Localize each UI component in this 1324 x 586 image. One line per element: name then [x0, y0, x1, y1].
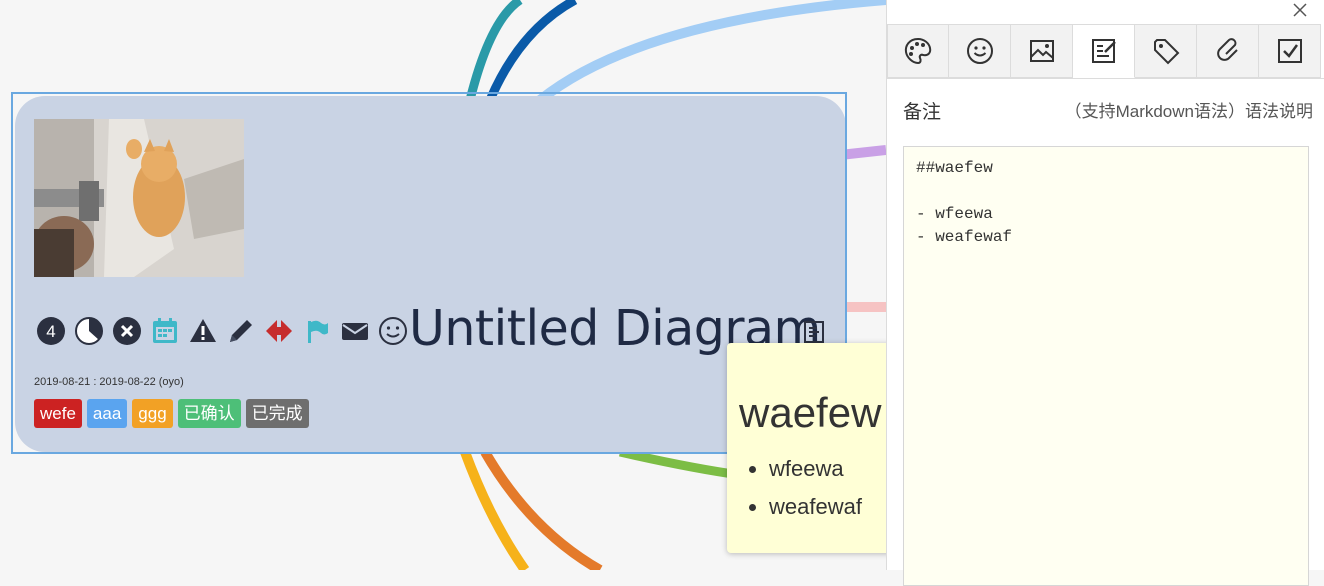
svg-text:4: 4: [46, 322, 55, 341]
editor-line: - wfeewa: [916, 205, 993, 223]
properties-panel: 备注 （支持Markdown语法）语法说明 ##waefew - wfeewa …: [886, 0, 1324, 586]
node-image[interactable]: [34, 119, 244, 277]
tab-image[interactable]: [1011, 24, 1073, 78]
note-preview-tooltip: waefew wfeewa weafewaf: [727, 343, 886, 553]
arrows-icon[interactable]: [262, 314, 296, 348]
branch-line-lightblue: [536, 0, 886, 104]
tag-icon: [1153, 39, 1179, 65]
node-tags: wefe aaa ggg 已确认 已完成: [34, 399, 314, 428]
tag-badge[interactable]: wefe: [34, 399, 82, 428]
image-icon: [1029, 40, 1054, 62]
flag-icon[interactable]: [300, 314, 334, 348]
tag-badge[interactable]: 已完成: [245, 399, 309, 428]
tag-badge[interactable]: aaa: [86, 399, 128, 428]
task-icon: [1277, 39, 1302, 63]
emoji-icon: [966, 38, 993, 64]
tab-emoji[interactable]: [949, 24, 1011, 78]
envelope-icon[interactable]: [338, 314, 372, 348]
panel-tabs: [887, 24, 1324, 79]
tag-badge[interactable]: 已确认: [177, 399, 241, 428]
palette-icon: [904, 37, 932, 65]
editor-line: - weafewaf: [916, 228, 1013, 246]
tab-palette[interactable]: [887, 24, 949, 78]
calendar-icon[interactable]: [148, 314, 182, 348]
pencil-icon[interactable]: [224, 314, 258, 348]
editor-line: ##waefew: [916, 159, 993, 177]
tab-tag[interactable]: [1135, 24, 1197, 78]
warning-icon[interactable]: [186, 314, 220, 348]
close-icon[interactable]: [1289, 0, 1311, 22]
note-indicator-icon[interactable]: [802, 320, 826, 344]
note-editor[interactable]: ##waefew - wfeewa - weafewaf: [903, 146, 1309, 586]
mindmap-canvas[interactable]: 4 Untitled Diagram 2019-08-21: 2019-08-…: [0, 0, 886, 570]
priority-4-icon[interactable]: 4: [34, 314, 68, 348]
markdown-help-link[interactable]: （支持Markdown语法）语法说明: [1065, 97, 1313, 122]
tabs-divider: [887, 78, 1324, 79]
node-icons: 4: [34, 314, 414, 348]
smiley-icon[interactable]: [376, 314, 410, 348]
tooltip-heading: waefew: [739, 389, 882, 436]
note-label: 备注: [903, 102, 942, 123]
note-icon: [1091, 39, 1116, 63]
branch-line-green: [618, 447, 741, 480]
progress-half-icon[interactable]: [72, 314, 106, 348]
link-icon: [1216, 38, 1238, 61]
list-item: wfeewa: [769, 456, 862, 482]
tooltip-list: wfeewa weafewaf: [749, 456, 862, 532]
cancel-icon[interactable]: [110, 314, 144, 348]
branch-line-orange: [480, 449, 603, 570]
tab-note[interactable]: [1073, 24, 1135, 78]
tab-task[interactable]: [1259, 24, 1321, 78]
tab-link[interactable]: [1197, 24, 1259, 78]
list-item: weafewaf: [769, 494, 862, 520]
tag-badge[interactable]: ggg: [132, 399, 173, 428]
node-dates: 2019-08-21 : 2019-08-22 (oyo): [34, 376, 184, 388]
